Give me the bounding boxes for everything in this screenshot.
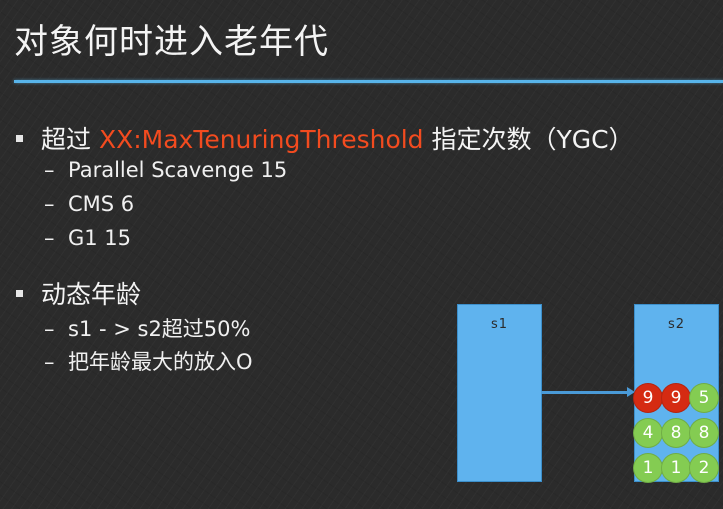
sub-item-text: 把年龄最大的放入O [68,350,253,374]
bullet-highlight: XX:MaxTenuringThreshold [98,125,424,154]
bullet-suffix: 指定次数（YGC） [423,125,634,154]
age-ball-green: 5 [689,383,719,413]
s2-label: s2 [667,317,686,332]
title-divider [14,80,723,83]
bullet-dynamic-age: 动态年龄 [16,275,141,311]
sub-item-text: CMS 6 [68,192,135,216]
age-ball-green: 8 [689,418,719,448]
sub-item-text: s1 - > s2超过50% [68,317,251,341]
sub-item: – CMS 6 [44,192,134,216]
sub-item: – Parallel Scavenge 15 [44,158,287,182]
age-ball-green: 1 [661,453,691,483]
bullet-prefix: 超过 [41,125,99,154]
square-bullet-icon [16,289,23,297]
dash-icon: – [44,226,55,250]
sub-item: – s1 - > s2超过50% [44,313,250,343]
age-ball-green: 4 [633,418,663,448]
age-ball-red: 9 [661,383,691,413]
age-ball-green: 8 [661,418,691,448]
dash-icon: – [44,192,55,216]
square-bullet-icon [16,134,23,142]
s1-label: s1 [490,317,509,332]
dash-icon: – [44,350,55,374]
sub-item-text: G1 15 [68,226,132,250]
age-ball-red: 9 [633,383,663,413]
bullet-tenuring-threshold: 超过 XX:MaxTenuringThreshold 指定次数（YGC） [16,120,634,156]
sub-item: – 把年龄最大的放入O [44,346,253,376]
sub-item: – G1 15 [44,226,131,250]
slide-title: 对象何时进入老年代 [14,22,329,62]
dash-icon: – [44,158,55,182]
age-ball-green: 1 [633,453,663,483]
sub-item-text: Parallel Scavenge 15 [68,158,288,182]
survivor-s1-box: s1 [457,304,542,482]
bullet-prefix: 动态年龄 [41,280,142,309]
dash-icon: – [44,317,55,341]
age-ball-green: 2 [689,453,719,483]
arrow-line [541,391,629,394]
